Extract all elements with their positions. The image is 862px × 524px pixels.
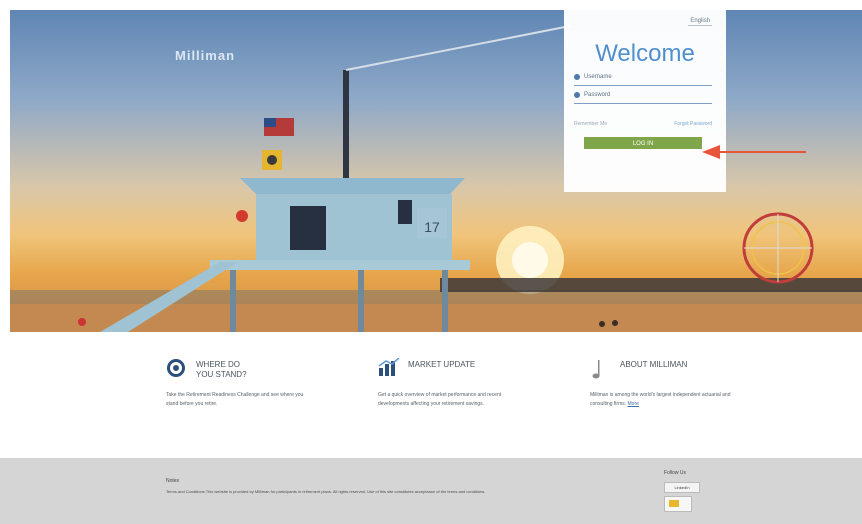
tower-number: 17 [424,219,440,235]
more-link[interactable]: More [628,401,639,407]
sun-core [512,242,548,278]
password-placeholder: Password [584,92,611,98]
tower-leg [230,270,236,332]
user-icon [574,74,580,80]
tower-leg [358,270,364,332]
section-body: Milliman is among the world's largest in… [590,391,740,409]
footer-text[interactable]: Terms and Conditions This website is pro… [166,489,616,494]
lock-icon [574,92,580,98]
antenna-wire [345,25,571,71]
target-icon [167,359,185,377]
pier [440,278,862,292]
footer: Notes Terms and Conditions This website … [0,458,862,524]
linkedin-button[interactable]: LinkedIn [664,482,700,493]
tower-deck [210,260,470,270]
beach-scene-illustration: 17 [10,25,862,332]
section-body: Get a quick overview of market performan… [378,392,502,407]
section-body-text: Milliman is among the world's largest in… [590,392,731,407]
flag-canton [264,118,276,127]
person [78,318,86,326]
section-title[interactable]: MARKET UPDATE [408,360,475,370]
hero-image: 17 Milliman [10,10,862,332]
follow-us-label: Follow Us [664,470,686,476]
welcome-heading: Welcome [595,40,695,67]
ocean [10,290,862,304]
life-ring [236,210,248,222]
password-field[interactable]: Password [574,92,712,104]
person [612,320,618,326]
tower-door [290,206,326,250]
norton-badge-icon[interactable] [664,496,692,512]
section-title[interactable]: WHERE DO YOU STAND? [196,360,247,380]
remember-me-checkbox[interactable]: Remember Me [574,121,607,127]
section-body: Take the Retirement Readiness Challenge … [166,392,304,407]
tower-leg [442,270,448,332]
login-button[interactable]: LOG IN [584,137,702,149]
brand-logo[interactable]: Milliman [175,48,235,63]
footer-title: Notes [166,478,180,484]
tower-window [398,200,412,224]
flag-emblem [267,155,277,165]
music-note-icon [592,360,600,379]
pole [343,70,349,186]
username-field[interactable]: Username [574,74,712,86]
forgot-password-link[interactable]: Forgot Password [674,121,712,127]
username-placeholder: Username [584,74,612,80]
section-title[interactable]: ABOUT MILLIMAN [620,360,687,370]
language-selector[interactable]: English [688,18,712,26]
login-panel: English Welcome Username Password Rememb… [564,10,726,192]
person [599,321,605,327]
badge-mark [669,500,679,507]
tower-roof [240,178,465,194]
chart-icon [378,358,400,376]
red-arrow-annotation-icon [702,145,806,159]
